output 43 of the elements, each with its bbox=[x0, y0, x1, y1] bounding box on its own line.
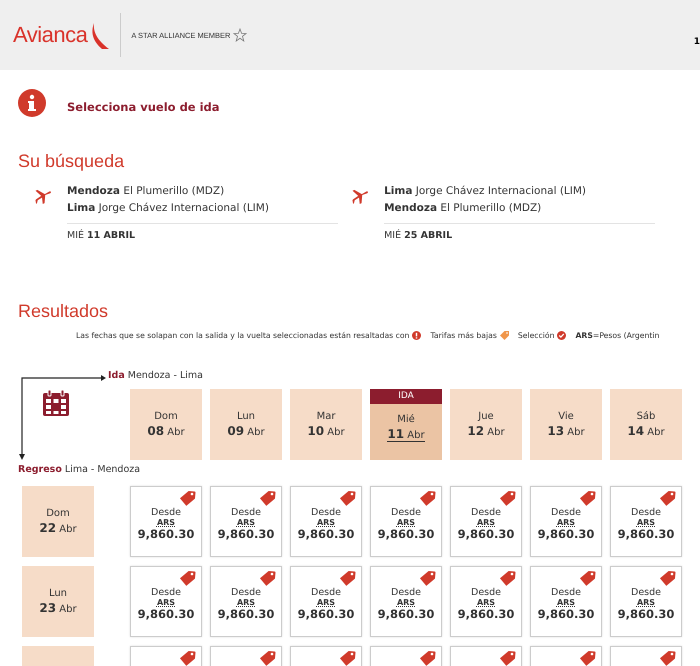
return-date-card[interactable]: Dom 22 Abr bbox=[22, 486, 94, 557]
fare-cell[interactable]: Desde ARS 9,860.30 bbox=[450, 566, 522, 637]
tag-icon bbox=[500, 331, 509, 340]
date-text: MIÉ 11 ABRIL bbox=[67, 230, 136, 241]
fare-cell[interactable]: Desde ARS 9,860.30 bbox=[210, 566, 282, 637]
notice-text: Selecciona vuelo de ida bbox=[67, 100, 220, 114]
fare-cell[interactable]: Desde ARS 9,860.30 bbox=[530, 566, 602, 637]
fare-cell[interactable]: Desde ARS 9,860.30 bbox=[210, 486, 282, 557]
info-icon bbox=[18, 89, 46, 117]
date-card[interactable]: Jue 12 Abr bbox=[450, 389, 522, 460]
fare-cell[interactable]: Desde ARS 9,860.30 bbox=[530, 486, 602, 557]
header-text: 1 bbox=[694, 37, 700, 47]
return-label: Regreso Lima - Mendoza bbox=[17, 463, 142, 477]
check-icon bbox=[557, 331, 566, 340]
fare-cell[interactable]: Desde ARS 9,860.30 bbox=[290, 566, 362, 637]
outbound-badge: IDA bbox=[370, 389, 442, 404]
date-card[interactable]: Mar 10 Abr bbox=[290, 389, 362, 460]
origin-text: Lima Jorge Chávez Internacional (LIM) bbox=[384, 184, 588, 199]
return-date-card[interactable]: Lun 23 Abr bbox=[22, 566, 94, 637]
fare-cell[interactable]: Desde ARS 9,860.30 bbox=[450, 486, 522, 557]
date-text: MIÉ 25 ABRIL bbox=[384, 230, 454, 241]
star-icon bbox=[233, 28, 248, 42]
section-title: Resultados bbox=[17, 300, 110, 322]
fare-cell[interactable]: Desde ARS 9,860.30 bbox=[610, 566, 682, 637]
fare-cell[interactable]: Desde ARS 9,860.30 bbox=[610, 486, 682, 557]
date-card[interactable]: Dom 08 Abr bbox=[130, 389, 202, 460]
logo[interactable]: Avianca bbox=[13, 22, 88, 48]
alert-icon bbox=[412, 331, 422, 340]
date-card[interactable]: IDA Mié 11 Abr bbox=[370, 389, 442, 460]
origin-text: Mendoza El Plumerillo (MDZ) bbox=[67, 184, 226, 199]
fare-cell[interactable]: Desde ARS 9,860.30 bbox=[130, 486, 202, 557]
fare-cell[interactable]: Desde ARS 9,860.30 bbox=[370, 566, 442, 637]
date-card[interactable]: Sáb 14 Abr bbox=[610, 389, 682, 460]
section-title: Su búsqueda bbox=[17, 150, 126, 172]
calendar-icon bbox=[42, 389, 70, 417]
fare-cell[interactable]: Desde ARS 9,860.30 bbox=[370, 486, 442, 557]
date-card[interactable]: Vie 13 Abr bbox=[530, 389, 602, 460]
outbound-label: Ida Mendoza - Lima bbox=[108, 370, 203, 381]
destination-text: Lima Jorge Chávez Internacional (LIM) bbox=[67, 201, 270, 216]
fare-cell[interactable]: Desde ARS 9,860.30 bbox=[130, 566, 202, 637]
fare-cell[interactable]: Desde ARS 9,860.30 bbox=[290, 486, 362, 557]
destination-text: Mendoza El Plumerillo (MDZ) bbox=[384, 201, 542, 216]
date-card[interactable]: Lun 09 Abr bbox=[210, 389, 282, 460]
